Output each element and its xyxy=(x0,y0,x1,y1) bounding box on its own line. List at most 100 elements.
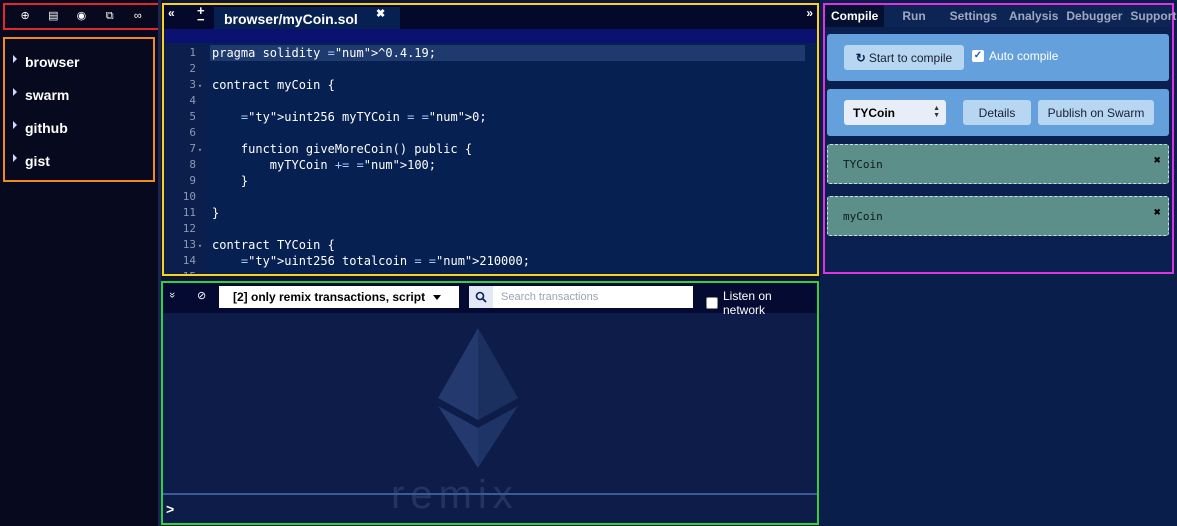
close-icon[interactable]: ✖ xyxy=(1154,153,1161,167)
code-editor: « + − browser/myCoin.sol ✖ » 1 2 3 ▾ 4 5 6 7 ▾ 8 9… xyxy=(162,3,819,276)
explorer-item-github[interactable]: github xyxy=(5,111,153,144)
auto-compile-checkbox[interactable]: ✓ xyxy=(972,50,984,62)
clear-console-icon[interactable]: ⊘ xyxy=(197,289,206,302)
line-number: 10 xyxy=(182,190,196,203)
compile-panel: Compile Run Settings Analysis Debugger S… xyxy=(823,3,1176,274)
code-line[interactable]: ="ty">uint256 totalcoin = ="num">210000; xyxy=(210,253,805,269)
tab-title: browser/myCoin.sol xyxy=(224,11,358,27)
search-icon xyxy=(475,291,487,303)
code-line[interactable] xyxy=(210,269,805,274)
code-line[interactable]: } xyxy=(210,205,805,221)
link-icon[interactable]: ∞ xyxy=(131,10,145,24)
code-line[interactable] xyxy=(210,189,805,205)
code-line[interactable] xyxy=(210,93,805,109)
details-button[interactable]: Details xyxy=(963,100,1031,125)
terminal-toolbar: » ⊘ [2] only remix transactions, script … xyxy=(163,283,817,317)
right-panel-tabs: Compile Run Settings Analysis Debugger S… xyxy=(825,5,1176,27)
close-icon[interactable]: ✖ xyxy=(1154,205,1161,219)
code-line[interactable]: contract TYCoin { xyxy=(210,237,805,253)
line-number: 4 xyxy=(189,94,196,107)
tab-settings[interactable]: Settings xyxy=(932,5,1003,27)
right-panel: Compile Run Settings Analysis Debugger S… xyxy=(820,0,1177,526)
line-number: 11 xyxy=(182,206,196,219)
explorer-item-gist[interactable]: gist xyxy=(5,144,153,177)
caret-right-icon[interactable] xyxy=(13,153,17,162)
code-line[interactable]: pragma solidity ="num">^0.4.19; xyxy=(210,45,805,61)
collapse-left-icon[interactable]: « xyxy=(168,6,175,20)
fold-arrow-icon[interactable]: ▾ xyxy=(196,78,204,94)
code-line[interactable] xyxy=(210,221,805,237)
explorer-item-label: swarm xyxy=(25,86,70,103)
code-line[interactable] xyxy=(210,61,805,77)
line-number: 5 xyxy=(189,110,196,123)
caret-right-icon[interactable] xyxy=(13,120,17,129)
line-number-gutter: 123▾4567▾8910111213▾1415 xyxy=(164,45,206,274)
search-transactions-input[interactable] xyxy=(493,286,693,308)
artifact-name: TYCoin xyxy=(843,157,883,171)
file-explorer: browser swarm github gist xyxy=(3,37,155,182)
select-arrows-icon: ▲ ▼ xyxy=(933,105,940,119)
remix-ide-window: ⊕ ▤ ◉ ⧉ ∞ browser swarm github gist « + … xyxy=(0,0,1177,526)
code-line[interactable]: function giveMoreCoin() public { xyxy=(210,141,805,157)
line-number: 14 xyxy=(182,254,196,267)
contract-artifact-tycoin[interactable]: TYCoin ✖ xyxy=(827,144,1169,184)
tab-compile[interactable]: Compile xyxy=(825,5,885,27)
chevron-down-icon xyxy=(433,294,442,300)
line-number: 8 xyxy=(189,158,196,171)
terminal-output: remix xyxy=(163,313,817,517)
transaction-filter-select[interactable]: [2] only remix transactions, script xyxy=(219,286,459,308)
artifact-name: myCoin xyxy=(843,209,883,223)
tab-debugger[interactable]: Debugger xyxy=(1064,5,1128,27)
fold-arrow-icon[interactable]: ▾ xyxy=(196,142,204,158)
caret-right-icon[interactable] xyxy=(13,54,17,63)
contract-select[interactable]: TYCoin ▲ ▼ xyxy=(844,100,946,125)
open-folder-icon[interactable]: ▤ xyxy=(46,10,60,24)
explorer-item-label: github xyxy=(25,119,68,136)
copy-icon[interactable]: ⧉ xyxy=(103,10,117,24)
line-number: 6 xyxy=(189,126,196,139)
code-line[interactable]: myTYCoin += ="num">100; xyxy=(210,157,805,173)
line-number: 15 xyxy=(164,269,206,274)
start-compile-button[interactable]: ↻ Start to compile xyxy=(844,45,964,70)
explorer-item-browser[interactable]: browser xyxy=(5,45,153,78)
line-number: 3 ▾ xyxy=(164,77,206,93)
ethereum-logo-icon xyxy=(438,328,518,468)
expand-right-icon[interactable]: » xyxy=(806,6,813,20)
close-icon[interactable]: ✖ xyxy=(376,7,385,20)
editor-header-strip xyxy=(164,29,817,43)
filter-label: [2] only remix transactions, script xyxy=(233,290,426,304)
terminal-panel: » ⊘ [2] only remix transactions, script … xyxy=(161,281,819,525)
fold-arrow-icon[interactable]: ▾ xyxy=(196,238,204,254)
compile-controls: ↻ Start to compile ✓ Auto compile xyxy=(827,34,1169,81)
terminal-input-divider xyxy=(163,493,817,495)
caret-right-icon[interactable] xyxy=(13,87,17,96)
collapse-terminal-icon[interactable]: » xyxy=(166,292,178,298)
publish-swarm-button[interactable]: Publish on Swarm xyxy=(1038,100,1154,125)
listen-checkbox[interactable] xyxy=(706,297,718,309)
start-compile-label: Start to compile xyxy=(868,50,953,65)
code-line[interactable] xyxy=(210,125,805,141)
code-line[interactable]: } xyxy=(210,173,805,189)
file-panel: ⊕ ▤ ◉ ⧉ ∞ browser swarm github gist xyxy=(0,0,161,526)
refresh-icon: ↻ xyxy=(855,50,866,65)
tab-analysis[interactable]: Analysis xyxy=(1003,5,1064,27)
explorer-item-swarm[interactable]: swarm xyxy=(5,78,153,111)
remix-watermark: remix xyxy=(391,473,519,517)
code-area[interactable]: pragma solidity ="num">^0.4.19; contract… xyxy=(210,45,805,274)
tab-support[interactable]: Support xyxy=(1128,5,1177,27)
github-icon[interactable]: ◉ xyxy=(74,10,88,24)
terminal-prompt[interactable]: > xyxy=(166,501,174,517)
contract-artifact-mycoin[interactable]: myCoin ✖ xyxy=(827,196,1169,236)
line-number: 1 xyxy=(189,46,196,59)
search-button[interactable] xyxy=(469,286,493,308)
create-file-icon[interactable]: ⊕ xyxy=(18,10,32,24)
tab-run[interactable]: Run xyxy=(884,5,931,27)
auto-compile-toggle[interactable]: ✓ Auto compile xyxy=(972,49,1058,63)
zoom-out-icon[interactable]: − xyxy=(197,12,205,27)
explorer-item-label: gist xyxy=(25,152,50,169)
code-line[interactable]: ="ty">uint256 myTYCoin = ="num">0; xyxy=(210,109,805,125)
tab-browser-mycoin-sol[interactable]: browser/myCoin.sol xyxy=(214,7,400,29)
auto-compile-label: Auto compile xyxy=(989,49,1059,63)
editor-tab-bar: « + − browser/myCoin.sol ✖ » xyxy=(164,5,817,29)
code-line[interactable]: contract myCoin { xyxy=(210,77,805,93)
